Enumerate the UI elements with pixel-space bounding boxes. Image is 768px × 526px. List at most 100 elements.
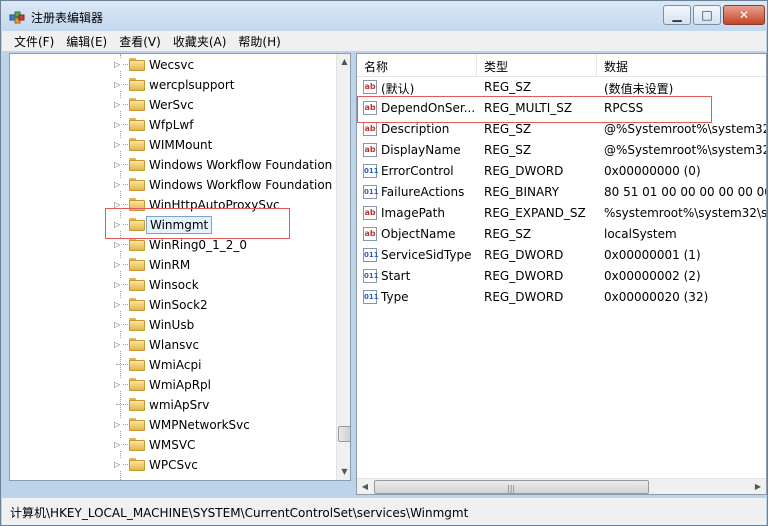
close-button[interactable]: ✕ xyxy=(723,5,765,25)
tree-item-label[interactable]: WMPNetworkSvc xyxy=(149,418,250,432)
tree-item-label[interactable]: Windows Workflow Foundation xyxy=(149,178,332,192)
scroll-up-arrow-icon[interactable]: ▲ xyxy=(337,54,350,70)
tree-item-label[interactable]: WinHttpAutoProxySvc xyxy=(149,198,280,212)
minimize-button[interactable]: ▁ xyxy=(663,5,691,25)
expand-arrow-icon[interactable]: ▷ xyxy=(114,79,123,90)
tree-item-label[interactable]: WMSVC xyxy=(149,438,195,452)
expand-arrow-icon[interactable]: ▷ xyxy=(114,199,123,210)
tree-item[interactable]: ▷ Windows Workflow Foundation xyxy=(10,175,340,195)
value-row[interactable]: 011 Start REG_DWORD 0x00000002 (2) xyxy=(357,266,766,287)
expand-arrow-icon[interactable]: ▷ xyxy=(114,99,123,110)
tree-vertical-scrollbar[interactable]: ▲ ▼ xyxy=(336,54,350,480)
tree-item-label[interactable]: WinRM xyxy=(149,258,190,272)
expand-arrow-icon[interactable]: ▷ xyxy=(114,379,123,390)
tree-item[interactable]: ▷ wercplsupport xyxy=(10,75,340,95)
value-name: FailureActions xyxy=(381,185,465,199)
expand-arrow-icon[interactable]: ▷ xyxy=(114,419,123,430)
column-header-type[interactable]: 类型 xyxy=(477,54,597,76)
tree-item-label[interactable]: WinRing0_1_2_0 xyxy=(149,238,247,252)
expand-arrow-icon[interactable]: ▷ xyxy=(114,279,123,290)
tree-item[interactable]: ▷ Winsock xyxy=(10,275,340,295)
value-row[interactable]: ab DependOnSer... REG_MULTI_SZ RPCSS xyxy=(357,98,766,119)
values-scroll-thumb[interactable]: ||| xyxy=(374,480,649,494)
tree-item-label[interactable]: Winsock xyxy=(149,278,199,292)
tree-item[interactable]: ▷ WinRM xyxy=(10,255,340,275)
expand-arrow-icon[interactable]: ▷ xyxy=(114,139,123,150)
tree-item[interactable]: ▷ WMSVC xyxy=(10,435,340,455)
menu-favorites[interactable]: 收藏夹(A) xyxy=(167,33,233,50)
menu-edit[interactable]: 编辑(E) xyxy=(60,33,113,50)
maximize-button[interactable]: □ xyxy=(693,5,721,25)
tree-item[interactable]: ▷ WIMMount xyxy=(10,135,340,155)
scroll-left-arrow-icon[interactable]: ◀ xyxy=(357,479,373,494)
values-list-pane[interactable]: 名称 类型 数据 ab (默认) REG_SZ (数值未设置) ab DependOnSe… xyxy=(356,53,767,495)
expand-arrow-icon[interactable]: ▷ xyxy=(114,299,123,310)
values-horizontal-scrollbar[interactable]: ◀ ||| ▶ xyxy=(357,478,766,494)
value-row[interactable]: ab (默认) REG_SZ (数值未设置) xyxy=(357,77,766,98)
expand-arrow-icon[interactable]: ▷ xyxy=(114,59,123,70)
column-header-name[interactable]: 名称 xyxy=(357,54,477,76)
tree-item-label[interactable]: WmiAcpi xyxy=(149,358,201,372)
value-row[interactable]: 011 FailureActions REG_BINARY 80 51 01 00 0… xyxy=(357,182,766,203)
tree-item-label[interactable]: WPCSvc xyxy=(149,458,198,472)
value-row[interactable]: 011 Type REG_DWORD 0x00000020 (32) xyxy=(357,287,766,308)
tree-item-label[interactable]: WerSvc xyxy=(149,98,194,112)
tree-item[interactable]: ▷ Wecsvc xyxy=(10,55,340,75)
minimize-icon: ▁ xyxy=(672,8,682,22)
value-row[interactable]: ab ObjectName REG_SZ localSystem xyxy=(357,224,766,245)
tree-item-label[interactable]: wmiApSrv xyxy=(149,398,209,412)
tree-item[interactable]: ▷ WinRing0_1_2_0 xyxy=(10,235,340,255)
tree-item-label[interactable]: WinUsb xyxy=(149,318,194,332)
tree-item-label[interactable]: wercplsupport xyxy=(149,78,235,92)
title-bar[interactable]: 注册表编辑器 ▁ □ ✕ xyxy=(1,1,767,31)
tree-item[interactable]: wmiApSrv xyxy=(10,395,340,415)
tree-item[interactable]: ▷ WMPNetworkSvc xyxy=(10,415,340,435)
expand-arrow-icon[interactable]: ▷ xyxy=(114,179,123,190)
value-row[interactable]: ab DisplayName REG_SZ @%Systemroot%\system3… xyxy=(357,140,766,161)
scroll-down-arrow-icon[interactable]: ▼ xyxy=(337,464,350,480)
tree-scroll-thumb[interactable] xyxy=(338,426,350,442)
menu-help[interactable]: 帮助(H) xyxy=(232,33,286,50)
menu-file[interactable]: 文件(F) xyxy=(8,33,60,50)
tree-item[interactable]: ▷ WinSock2 xyxy=(10,295,340,315)
tree-item[interactable]: WmiAcpi xyxy=(10,355,340,375)
tree-item[interactable]: ▷ WinUsb xyxy=(10,315,340,335)
expand-arrow-icon[interactable]: ▷ xyxy=(114,219,123,230)
value-row[interactable]: 011 ErrorControl REG_DWORD 0x00000000 (0) xyxy=(357,161,766,182)
tree-item-label[interactable]: WfpLwf xyxy=(149,118,193,132)
value-row[interactable]: ab Description REG_SZ @%Systemroot%\system3… xyxy=(357,119,766,140)
value-row[interactable]: ab ImagePath REG_EXPAND_SZ %systemroot%\sys… xyxy=(357,203,766,224)
tree-item-label[interactable]: Wecsvc xyxy=(149,58,194,72)
tree-item[interactable]: ▷ WmiApRpl xyxy=(10,375,340,395)
tree-item-label[interactable]: WmiApRpl xyxy=(149,378,211,392)
registry-tree-pane[interactable]: ▷ Wecsvc ▷ wercplsupport ▷ WerSvc ▷ WfpLwf ▷ WIMM… xyxy=(9,53,351,481)
tree-item[interactable]: ▷ Wlansvc xyxy=(10,335,340,355)
tree-item-label[interactable]: WinSock2 xyxy=(149,298,208,312)
value-row[interactable]: 011 ServiceSidType REG_DWORD 0x00000001 (1) xyxy=(357,245,766,266)
tree-item-label[interactable]: Windows Workflow Foundation xyxy=(149,158,332,172)
binary-value-icon: 011 xyxy=(363,164,379,178)
expand-arrow-icon[interactable]: ▷ xyxy=(114,439,123,450)
expand-arrow-icon[interactable]: ▷ xyxy=(114,259,123,270)
tree-item[interactable]: ▷ Winmgmt xyxy=(10,215,340,235)
tree-item-label[interactable]: WIMMount xyxy=(149,138,212,152)
expand-arrow-icon[interactable]: ▷ xyxy=(114,159,123,170)
registry-editor-icon xyxy=(9,11,25,24)
tree-item[interactable]: ▷ WinHttpAutoProxySvc xyxy=(10,195,340,215)
expand-arrow-icon[interactable]: ▷ xyxy=(114,339,123,350)
menu-view[interactable]: 查看(V) xyxy=(113,33,167,50)
column-header-data[interactable]: 数据 xyxy=(597,54,766,76)
tree-item[interactable]: ▷ Windows Workflow Foundation xyxy=(10,155,340,175)
tree-item[interactable]: ▷ WerSvc xyxy=(10,95,340,115)
tree-item[interactable]: ▷ WPCSvc xyxy=(10,455,340,475)
binary-value-icon: 011 xyxy=(363,290,379,304)
scroll-right-arrow-icon[interactable]: ▶ xyxy=(750,479,766,494)
tree-item-label[interactable]: Wlansvc xyxy=(149,338,199,352)
expand-arrow-icon[interactable]: ▷ xyxy=(114,119,123,130)
expand-arrow-icon[interactable]: ▷ xyxy=(114,239,123,250)
expand-arrow-icon[interactable]: ▷ xyxy=(114,319,123,330)
value-name: ObjectName xyxy=(381,227,456,241)
tree-item-label[interactable]: Winmgmt xyxy=(146,216,213,234)
tree-item[interactable]: ▷ WfpLwf xyxy=(10,115,340,135)
expand-arrow-icon[interactable]: ▷ xyxy=(114,459,123,470)
